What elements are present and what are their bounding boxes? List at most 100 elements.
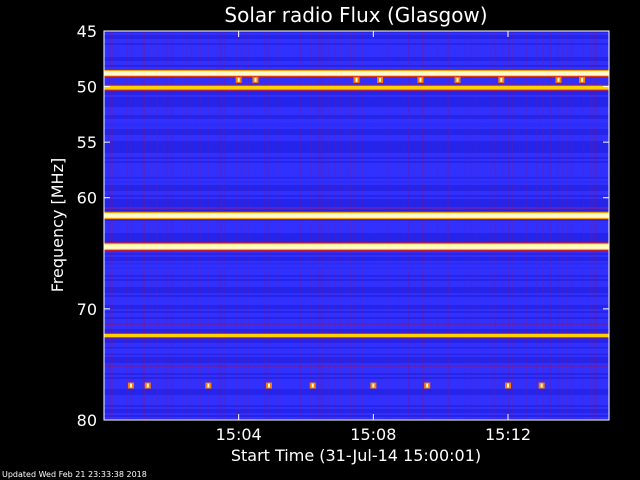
chart-title: Solar radio Flux (Glasgow) xyxy=(224,3,487,27)
heatmap-row xyxy=(104,151,609,153)
burst-core xyxy=(355,77,358,82)
heatmap-row xyxy=(104,393,609,395)
heatmap-row xyxy=(104,371,609,373)
heatmap-row xyxy=(104,255,609,257)
burst-core xyxy=(146,383,149,388)
heatmap-row xyxy=(104,323,609,325)
heatmap-row xyxy=(104,163,609,165)
burst-core xyxy=(311,383,314,388)
heatmap-row xyxy=(104,227,609,229)
heatmap-row xyxy=(104,377,609,379)
heatmap-row xyxy=(104,279,609,281)
heatmap-row xyxy=(104,59,609,61)
heatmap-row xyxy=(104,403,609,405)
heatmap-row xyxy=(104,197,609,199)
heatmap-row xyxy=(104,67,609,69)
band-core xyxy=(104,178,609,184)
band-core xyxy=(104,71,609,76)
heatmap-row xyxy=(104,257,609,259)
heatmap-row xyxy=(104,359,609,361)
frequency-band xyxy=(104,242,609,251)
heatmap-row xyxy=(104,379,609,381)
heatmap-row xyxy=(104,273,609,275)
heatmap-row xyxy=(104,369,609,371)
burst-core xyxy=(419,77,422,82)
heatmap-row xyxy=(104,157,609,159)
heatmap-row xyxy=(104,53,609,55)
heatmap-row xyxy=(104,161,609,163)
heatmap-row xyxy=(104,209,609,211)
burst-core xyxy=(557,77,560,82)
x-axis-label: Start Time (31-Jul-14 15:00:01) xyxy=(231,446,481,465)
heatmap-row xyxy=(104,319,609,321)
band-core xyxy=(104,85,609,90)
updated-timestamp: Updated Wed Feb 21 23:33:38 2018 xyxy=(2,470,147,479)
heatmap-row xyxy=(104,169,609,171)
y-tick-label: 80 xyxy=(77,411,97,430)
burst-core xyxy=(129,383,132,388)
heatmap-row xyxy=(104,373,609,375)
heatmap-row xyxy=(104,231,609,233)
heatmap-row xyxy=(104,37,609,39)
heatmap-row xyxy=(104,237,609,239)
heatmap-row xyxy=(104,321,609,323)
heatmap-row xyxy=(104,159,609,161)
burst-core xyxy=(540,383,543,388)
frequency-band xyxy=(104,84,609,91)
heatmap-row xyxy=(104,39,609,41)
heatmap-row xyxy=(104,233,609,235)
heatmap-row xyxy=(104,103,609,105)
heatmap-row xyxy=(104,205,609,207)
x-tick-label: 15:08 xyxy=(350,425,396,444)
burst-core xyxy=(379,77,382,82)
heatmap-row xyxy=(104,173,609,175)
heatmap-row xyxy=(104,91,609,93)
frequency-band xyxy=(104,297,609,305)
band-core xyxy=(104,118,609,128)
band-core xyxy=(104,213,609,218)
heatmap-row xyxy=(104,55,609,57)
burst-core xyxy=(581,77,584,82)
heatmap-row xyxy=(104,411,609,413)
frequency-band xyxy=(104,332,609,339)
heatmap-row xyxy=(104,223,609,225)
heatmap-row xyxy=(104,129,609,131)
heatmap-row xyxy=(104,113,609,115)
band-core xyxy=(104,263,609,270)
heatmap-row xyxy=(104,229,609,231)
heatmap-row xyxy=(104,235,609,237)
x-tick-label: 15:04 xyxy=(216,425,262,444)
heatmap-row xyxy=(104,65,609,67)
heatmap-row xyxy=(104,317,609,319)
heatmap-row xyxy=(104,63,609,65)
x-tick-label: 15:12 xyxy=(485,425,531,444)
heatmap-row xyxy=(104,357,609,359)
heatmap-row xyxy=(104,175,609,177)
heatmap-row xyxy=(104,401,609,403)
heatmap-row xyxy=(104,275,609,277)
heatmap-row xyxy=(104,195,609,197)
y-axis-label: Frequency [MHz] xyxy=(48,158,67,292)
heatmap-row xyxy=(104,171,609,173)
heatmap-row xyxy=(104,99,609,101)
heatmap-row xyxy=(104,61,609,63)
band-core xyxy=(104,244,609,249)
heatmap-row xyxy=(104,409,609,411)
heatmap-row xyxy=(104,137,609,139)
heatmap-row xyxy=(104,295,609,297)
heatmap-row xyxy=(104,327,609,329)
frequency-band xyxy=(104,211,609,220)
spectrogram-plot-area xyxy=(104,31,609,420)
heatmap-row xyxy=(104,355,609,357)
heatmap-row xyxy=(104,199,609,201)
heatmap-row xyxy=(104,167,609,169)
heatmap-row xyxy=(104,153,609,155)
heatmap-row xyxy=(104,311,609,313)
heatmap-row xyxy=(104,95,609,97)
heatmap-row xyxy=(104,271,609,273)
heatmap-row xyxy=(104,83,609,85)
heatmap-row xyxy=(104,49,609,51)
heatmap-row xyxy=(104,339,609,341)
heatmap-row xyxy=(104,251,609,253)
band-core xyxy=(104,297,609,305)
